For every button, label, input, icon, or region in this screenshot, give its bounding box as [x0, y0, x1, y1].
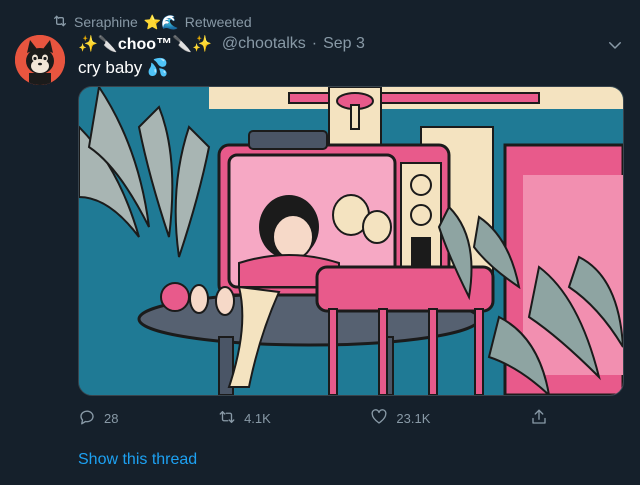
tweet-date[interactable]: Sep 3 [323, 35, 365, 53]
tweet-actions: 28 4.1K 23.1K [78, 405, 548, 431]
retweet-icon [218, 408, 236, 429]
retweeter-emoji: ⭐🌊 [143, 13, 179, 30]
avatar[interactable] [15, 35, 65, 85]
heart-icon [370, 408, 388, 429]
tweet-text: cry baby 💦 [78, 58, 169, 77]
tweet-header: ✨🔪choo™🔪✨ @chootalks · Sep 3 [78, 33, 620, 55]
user-handle[interactable]: @chootalks [222, 35, 306, 53]
retweet-icon [52, 13, 68, 32]
like-button[interactable]: 23.1K [370, 408, 430, 429]
show-thread-link[interactable]: Show this thread [78, 451, 197, 469]
illustration [79, 87, 623, 395]
share-icon [530, 408, 548, 429]
chevron-down-icon[interactable] [606, 36, 624, 54]
cat-avatar [15, 35, 65, 85]
reply-count: 28 [104, 410, 119, 426]
display-name[interactable]: ✨🔪choo™🔪✨ [78, 34, 212, 54]
reply-icon [78, 408, 96, 429]
like-count: 23.1K [396, 410, 431, 426]
retweeted-label: Retweeted [184, 14, 252, 30]
retweeter-name[interactable]: Seraphine [74, 14, 138, 30]
retweet-indicator[interactable]: Seraphine ⭐🌊 Retweeted [52, 12, 252, 32]
retweet-button[interactable]: 4.1K [218, 408, 271, 429]
reply-button[interactable]: 28 [78, 408, 118, 429]
retweet-count: 4.1K [244, 410, 271, 426]
tweet-media[interactable] [78, 86, 624, 396]
separator-dot: · [311, 35, 318, 52]
share-button[interactable] [530, 408, 548, 429]
